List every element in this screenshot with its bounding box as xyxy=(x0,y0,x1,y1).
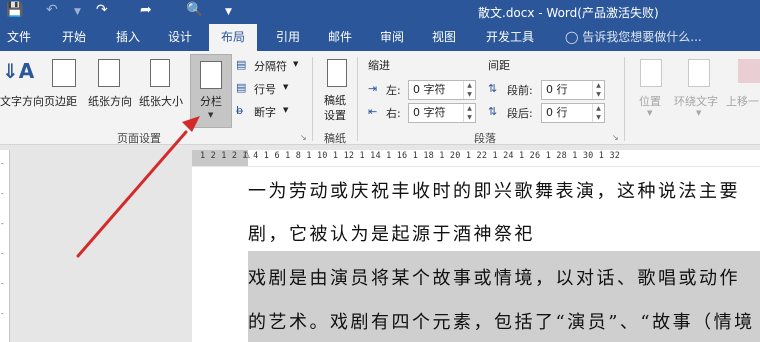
annotation-arrow xyxy=(76,116,200,258)
